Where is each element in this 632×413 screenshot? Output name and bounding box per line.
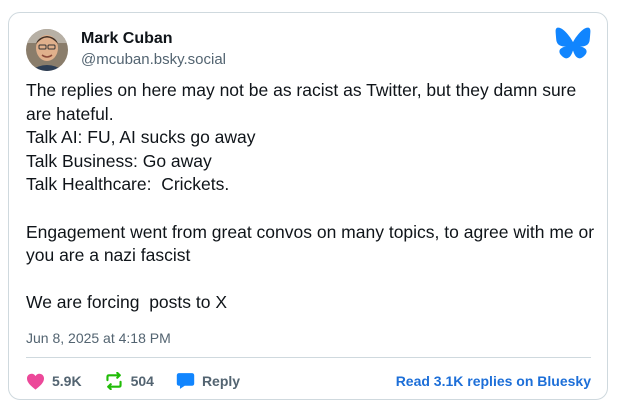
divider bbox=[26, 357, 591, 358]
author-name[interactable]: Mark Cuban bbox=[81, 29, 226, 49]
like-button[interactable]: 5.9K bbox=[26, 373, 82, 390]
read-replies-link[interactable]: Read 3.1K replies on Bluesky bbox=[396, 373, 591, 389]
action-bar: 5.9K 504 Reply Read 3.1K replies on Blue… bbox=[26, 369, 591, 393]
reply-label: Reply bbox=[201, 373, 241, 389]
bluesky-butterfly-icon[interactable] bbox=[555, 27, 591, 59]
post-line-blank bbox=[26, 197, 596, 221]
like-count: 5.9K bbox=[52, 373, 82, 389]
post-text: The replies on here may not be as racist… bbox=[26, 79, 596, 315]
post-line-blank bbox=[26, 268, 596, 292]
repost-button[interactable]: 504 bbox=[104, 372, 154, 390]
post-line: Talk AI: FU, AI sucks go away bbox=[26, 127, 256, 148]
repost-count: 504 bbox=[130, 373, 154, 389]
post-line: The replies on here may not be as racist… bbox=[26, 80, 582, 124]
post-timestamp[interactable]: Jun 8, 2025 at 4:18 PM bbox=[26, 330, 171, 346]
post-card: Mark Cuban @mcuban.bsky.social The repli… bbox=[8, 12, 608, 400]
post-line: We are forcing posts to X bbox=[26, 292, 228, 313]
speech-bubble-icon bbox=[176, 372, 195, 390]
post-line: Engagement went from great convos on man… bbox=[26, 221, 599, 266]
heart-icon bbox=[26, 373, 45, 390]
repost-icon bbox=[104, 372, 124, 390]
post-line: Talk Healthcare: Crickets. bbox=[26, 174, 230, 195]
author-info[interactable]: Mark Cuban @mcuban.bsky.social bbox=[81, 29, 226, 70]
post-line: Talk Business: Go away bbox=[26, 150, 212, 171]
reply-button[interactable]: Reply bbox=[176, 372, 240, 390]
author-handle[interactable]: @mcuban.bsky.social bbox=[81, 50, 226, 70]
avatar[interactable] bbox=[26, 29, 68, 71]
